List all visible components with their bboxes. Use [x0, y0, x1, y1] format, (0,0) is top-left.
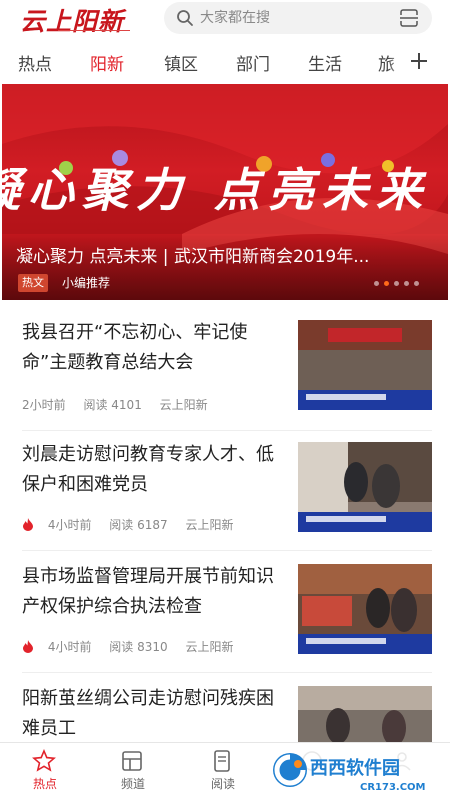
news-reads: 阅读 6187 [109, 518, 168, 532]
app-logo[interactable]: 云上阳新 [20, 2, 148, 36]
news-source: 云上阳新 [159, 398, 208, 412]
news-source: 云上阳新 [185, 640, 234, 654]
news-source: 云上阳新 [185, 518, 234, 532]
star-icon [32, 749, 56, 772]
carousel-dot-active[interactable] [384, 281, 389, 286]
search-icon [177, 10, 193, 26]
news-reads: 阅读 4101 [83, 398, 142, 412]
news-thumbnail[interactable] [298, 320, 432, 410]
carousel-dot[interactable] [414, 281, 419, 286]
channel-icon [122, 751, 142, 771]
tab-town[interactable]: 镇区 [164, 50, 198, 75]
tab-hot[interactable]: 热点 [18, 50, 52, 75]
news-time: 4小时前 [47, 640, 92, 654]
scan-icon[interactable] [400, 9, 418, 27]
channel-tabs: 热点 阳新 镇区 部门 生活 旅 [0, 42, 450, 80]
news-thumbnail[interactable] [298, 564, 432, 654]
tab-yangxin[interactable]: 阳新 [90, 50, 124, 75]
news-thumbnail[interactable] [298, 686, 432, 744]
news-time: 4小时前 [47, 518, 92, 532]
watermark-brand: 西西软件园 [310, 757, 400, 779]
news-title[interactable]: 我县召开“不忘初心、牢记使命”主题教育总结大会 [22, 318, 280, 378]
news-item[interactable]: 我县召开“不忘初心、牢记使命”主题教育总结大会 2小时前 阅读 4101 云上阳… [0, 318, 450, 438]
news-item[interactable]: 刘晨走访慰问教育专家人才、低保户和困难党员 4小时前 阅读 6187 云上阳新 [0, 440, 450, 560]
app-header: 云上阳新 [0, 0, 450, 40]
news-meta: 4小时前 阅读 6187 云上阳新 [22, 516, 248, 533]
banner-slogan: 凝心聚力 点亮未来 [2, 163, 431, 217]
search-bar[interactable] [164, 2, 432, 34]
news-item[interactable]: 县市场监督管理局开展节前知识产权保护综合执法检查 4小时前 阅读 8310 云上… [0, 562, 450, 682]
carousel-dot[interactable] [374, 281, 379, 286]
flame-icon [23, 518, 33, 531]
nav-read[interactable]: 阅读 [188, 743, 258, 800]
carousel-indicator [374, 281, 438, 287]
nav-label: 阅读 [210, 777, 235, 791]
read-icon [214, 750, 230, 772]
news-title[interactable]: 县市场监督管理局开展节前知识产权保护综合执法检查 [22, 562, 280, 622]
watermark-logo: 西西软件园 CR173.COM [268, 746, 444, 796]
news-title[interactable]: 阳新茧丝绸公司走访慰问残疾困难员工 [22, 684, 280, 744]
watermark-domain: CR173.COM [360, 782, 426, 793]
carousel-dot[interactable] [394, 281, 399, 286]
news-meta: 4小时前 阅读 8310 云上阳新 [22, 638, 248, 655]
tab-life[interactable]: 生活 [308, 50, 342, 75]
search-input[interactable] [200, 7, 390, 29]
recommender-label: 小编推荐 [62, 276, 111, 290]
banner-title[interactable]: 凝心聚力 点亮未来 | 武汉市阳新商会2019年... [16, 242, 436, 267]
flame-icon [23, 640, 33, 653]
news-time: 2小时前 [22, 398, 66, 412]
logo-underline [58, 30, 130, 34]
nav-label: 频道 [120, 777, 145, 791]
nav-hot[interactable]: 热点 [10, 743, 80, 800]
news-meta: 2小时前 阅读 4101 云上阳新 [22, 396, 222, 413]
news-thumbnail[interactable] [298, 442, 432, 532]
news-reads: 阅读 8310 [109, 640, 168, 654]
nav-label: 热点 [32, 777, 57, 791]
add-channel-icon[interactable] [410, 52, 428, 70]
hot-article-badge: 热文 [18, 274, 48, 292]
nav-channel[interactable]: 频道 [98, 743, 168, 800]
banner-carousel[interactable]: 凝心聚力 点亮未来 凝心聚力 点亮未来 | 武汉市阳新商会2019年... 热文… [2, 84, 448, 300]
tab-department[interactable]: 部门 [236, 50, 270, 75]
carousel-dot[interactable] [404, 281, 409, 286]
news-title[interactable]: 刘晨走访慰问教育专家人才、低保户和困难党员 [22, 440, 280, 500]
